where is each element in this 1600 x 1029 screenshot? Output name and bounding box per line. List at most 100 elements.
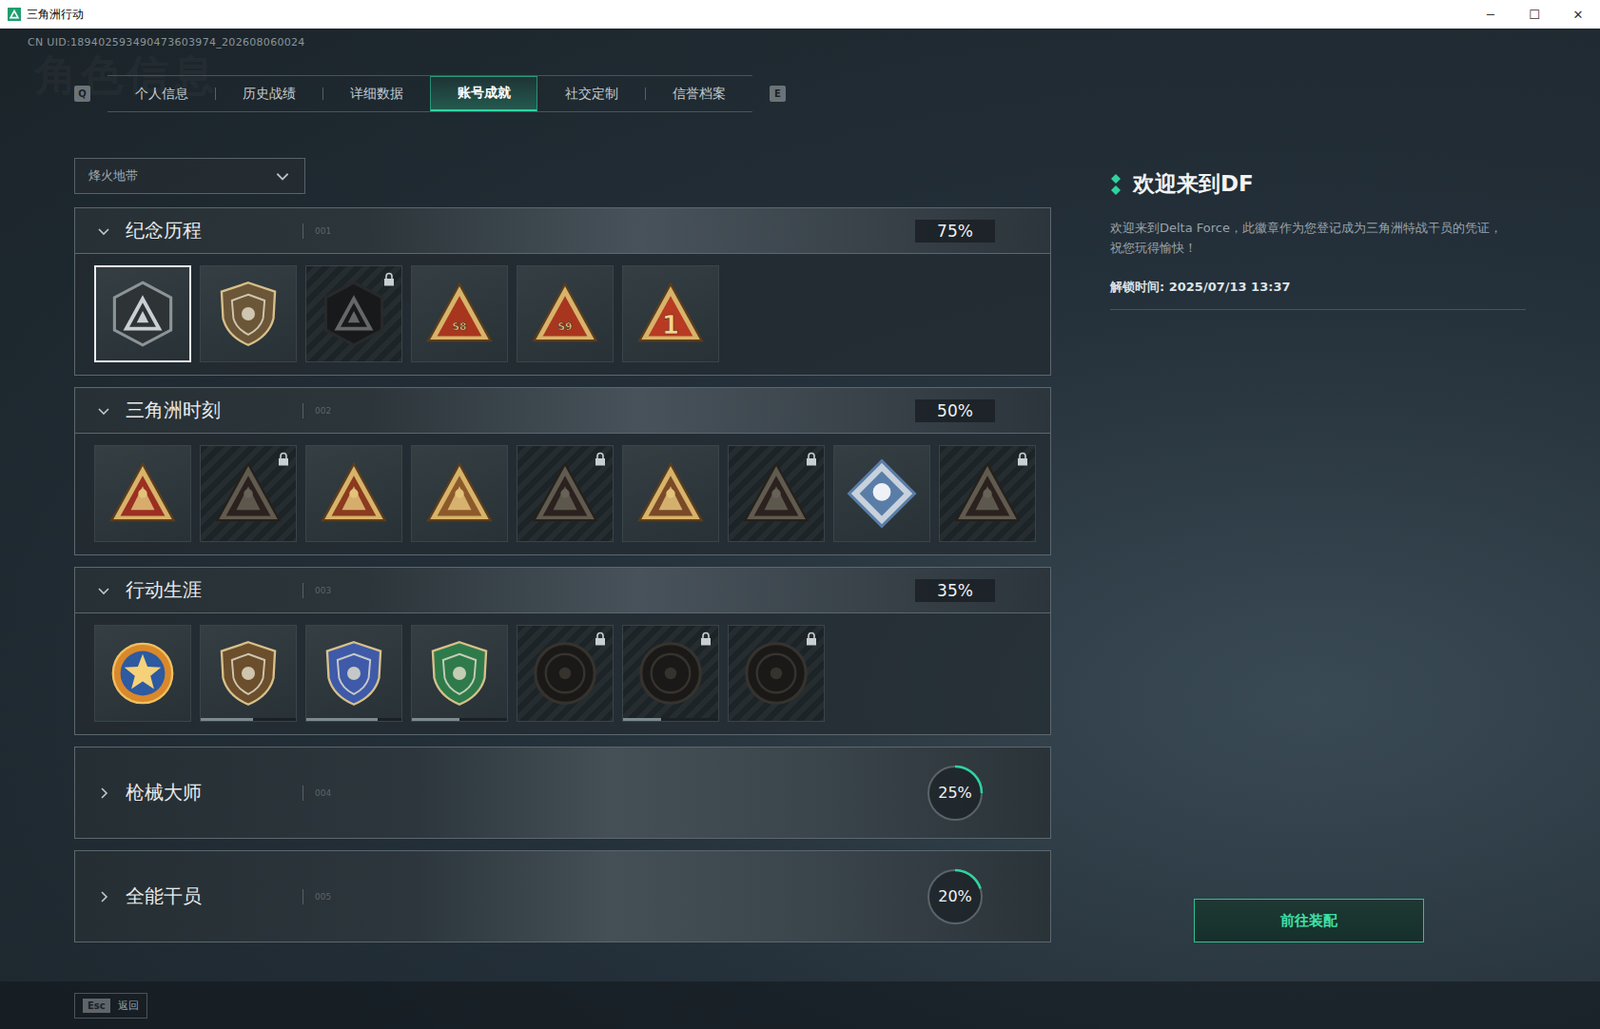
badge-tile[interactable]: S8 [410, 265, 508, 363]
badge-tile[interactable] [94, 624, 192, 722]
lock-icon [1016, 451, 1029, 467]
badge-tile[interactable] [516, 445, 614, 543]
badge-tile[interactable] [938, 445, 1036, 543]
badge-emblem-icon [422, 456, 497, 531]
tab[interactable]: 详细数据 [322, 76, 430, 112]
unlock-time: 解锁时间: 2025/07/13 13:37 [1110, 278, 1526, 311]
tab[interactable]: 账号成就 [429, 76, 538, 112]
uid-label: CN UID:189402593490473603974_20260806002… [27, 35, 1600, 51]
prev-tab-key[interactable]: Q [74, 85, 91, 102]
window-title: 三角洲行动 [26, 6, 84, 23]
section-index: 001 [314, 226, 332, 236]
achievement-section: 全能干员 005 20% [74, 850, 1052, 943]
achievement-section: 纪念历程 001 75% S8 S9 1 [74, 207, 1052, 376]
chevron-icon [96, 889, 112, 905]
section-title: 三角洲时刻 [125, 397, 303, 424]
badge-emblem-icon [633, 636, 708, 711]
progress-percent: 20% [924, 866, 986, 928]
section-index: 003 [314, 585, 332, 596]
badge-tile[interactable]: S9 [516, 265, 614, 363]
detail-title: 欢迎来到DF [1132, 169, 1254, 199]
section-divider [302, 403, 304, 419]
diamond-marker-icon [1110, 173, 1122, 196]
badge-mark: S9 [557, 320, 572, 333]
progress-ring: 20% [924, 866, 986, 928]
badge-row: S8 S9 1 [75, 253, 1051, 375]
title-bar: 三角洲行动 ─☐✕ [0, 0, 1600, 29]
lock-icon [805, 631, 818, 646]
window-control[interactable]: ☐ [1512, 7, 1557, 22]
badge-tile[interactable] [305, 445, 403, 543]
section-header[interactable]: 枪械大师 004 25% [75, 747, 1051, 839]
badge-row [75, 433, 1051, 555]
badge-emblem-icon [633, 456, 708, 531]
badge-tile[interactable] [622, 445, 720, 543]
badge-emblem-icon [105, 456, 180, 531]
section-header[interactable]: 纪念历程 001 75% [75, 208, 1051, 254]
badge-emblem-icon [316, 276, 391, 352]
tab[interactable]: 历史战绩 [214, 76, 323, 112]
lock-icon [383, 272, 395, 287]
detail-description: 欢迎来到Delta Force，此徽章作为您登记成为三角洲特战干员的凭证，祝您玩… [1110, 217, 1510, 258]
section-title: 全能干员 [125, 883, 303, 910]
section-divider [302, 223, 304, 239]
section-header[interactable]: 全能干员 005 20% [75, 851, 1051, 942]
mode-dropdown[interactable]: 烽火地带 [74, 157, 306, 195]
badge-emblem-icon: S8 [422, 276, 497, 352]
section-index: 002 [314, 406, 332, 416]
badge-tile[interactable] [833, 445, 931, 543]
tab[interactable]: 信誉档案 [644, 76, 753, 112]
section-divider [302, 583, 304, 599]
next-tab-key[interactable]: E [769, 85, 786, 102]
tab[interactable]: 个人信息 [107, 76, 215, 112]
progress-percent: 50% [915, 399, 996, 423]
badge-tile[interactable] [622, 624, 720, 722]
chevron-icon [96, 785, 112, 801]
tab[interactable]: 社交定制 [537, 76, 645, 112]
back-button[interactable]: Esc 返回 [74, 993, 148, 1019]
badge-tile[interactable]: 1 [622, 265, 720, 363]
badge-tile[interactable] [305, 624, 403, 722]
badge-tile[interactable] [94, 445, 192, 543]
badge-emblem-icon [211, 636, 286, 711]
badge-tile[interactable] [410, 445, 508, 543]
badge-emblem-icon [844, 456, 919, 531]
esc-key: Esc [82, 998, 111, 1014]
progress-percent: 75% [915, 219, 996, 243]
badge-tile[interactable] [516, 624, 614, 722]
badge-row [75, 613, 1051, 735]
badge-mark: S8 [451, 320, 467, 333]
badge-progress [623, 718, 719, 722]
game-window: 三角洲行动 ─☐✕ 角色信息 CN UID:189402593490473603… [0, 0, 1600, 1029]
section-title: 枪械大师 [125, 780, 303, 806]
badge-emblem-icon [211, 276, 286, 352]
section-title: 行动生涯 [125, 577, 303, 604]
badge-emblem-icon [316, 636, 391, 711]
badge-tile[interactable] [410, 624, 508, 722]
window-control[interactable]: ─ [1468, 7, 1513, 22]
achievement-section: 枪械大师 004 25% [74, 746, 1052, 840]
chevron-icon [96, 583, 112, 599]
badge-tile[interactable] [305, 265, 403, 363]
progress-percent: 35% [915, 579, 996, 603]
equip-button[interactable]: 前往装配 [1193, 898, 1425, 943]
badge-emblem-icon: S9 [527, 276, 603, 352]
tab-bar: Q 个人信息历史战绩详细数据账号成就社交定制信誉档案 E [74, 75, 1600, 113]
badge-tile[interactable] [94, 265, 192, 363]
badge-emblem-icon [105, 636, 180, 711]
badge-progress [200, 718, 296, 722]
badge-tile[interactable] [199, 445, 297, 543]
badge-tile[interactable] [727, 624, 825, 722]
badge-tile[interactable] [199, 265, 297, 363]
achievement-section: 行动生涯 003 35% [74, 566, 1052, 736]
badge-tile[interactable] [727, 445, 825, 543]
window-control[interactable]: ✕ [1556, 7, 1600, 22]
badge-emblem-icon [316, 456, 391, 531]
badge-progress [411, 718, 508, 722]
section-header[interactable]: 行动生涯 003 35% [75, 567, 1051, 614]
lock-icon [277, 451, 290, 467]
section-header[interactable]: 三角洲时刻 002 50% [75, 388, 1051, 434]
badge-emblem-icon [527, 456, 603, 531]
badge-tile[interactable] [199, 624, 297, 722]
badge-mark: 1 [662, 310, 680, 340]
